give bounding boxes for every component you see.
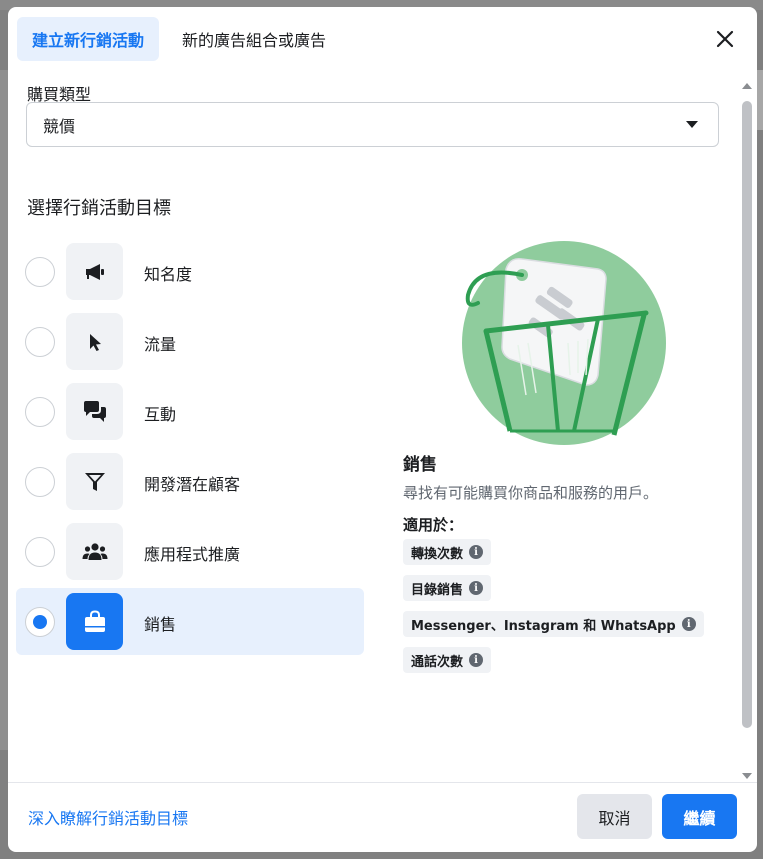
radio-button[interactable] bbox=[25, 607, 55, 637]
objective-option-engagement[interactable]: 互動 bbox=[16, 378, 364, 445]
tab-new-campaign[interactable]: 建立新行銷活動 bbox=[17, 17, 160, 61]
funnel-icon bbox=[84, 472, 105, 491]
chip-label: 轉換次數 bbox=[411, 546, 464, 562]
dialog-body: 購買類型 競價 選擇行銷活動目標 知名度 流量 互動 開發潛在顧客 應用程式推廣… bbox=[8, 73, 739, 783]
radio-button[interactable] bbox=[25, 467, 55, 497]
chat-bubbles-icon bbox=[83, 400, 106, 422]
radio-button[interactable] bbox=[25, 327, 55, 357]
continue-button[interactable]: 繼續 bbox=[662, 794, 737, 839]
buy-type-value: 競價 bbox=[43, 116, 76, 136]
learn-more-objectives-link[interactable]: 深入瞭解行銷活動目標 bbox=[28, 805, 188, 829]
applies-to-chips: 轉換次數 i 目錄銷售 i Messenger、Instagram 和 What… bbox=[403, 539, 704, 683]
tab-new-adset-or-ad[interactable]: 新的廣告組合或廣告 bbox=[167, 17, 341, 61]
cancel-button[interactable]: 取消 bbox=[577, 794, 652, 839]
objective-section-title: 選擇行銷活動目標 bbox=[27, 198, 171, 219]
info-icon[interactable]: i bbox=[469, 545, 484, 559]
applies-chip: 目錄銷售 i bbox=[403, 575, 492, 601]
objective-icon-tile bbox=[66, 243, 123, 300]
objective-label: 互動 bbox=[144, 405, 177, 424]
chip-label: 目錄銷售 bbox=[411, 582, 464, 598]
objective-list: 知名度 流量 互動 開發潛在顧客 應用程式推廣 銷售 bbox=[16, 238, 364, 658]
create-campaign-dialog: 建立新行銷活動 新的廣告組合或廣告 購買類型 競價 選擇行銷活動目標 知名度 流… bbox=[8, 7, 757, 852]
megaphone-icon bbox=[85, 263, 104, 280]
applies-chip: 通話次數 i bbox=[403, 647, 492, 673]
shopping-bag-icon bbox=[84, 609, 105, 632]
objective-description-title: 銷售 bbox=[403, 455, 437, 475]
caret-down-icon bbox=[686, 121, 698, 128]
people-icon bbox=[82, 542, 107, 560]
scroll-thumb[interactable] bbox=[742, 101, 752, 728]
dialog-footer: 深入瞭解行銷活動目標 取消 繼續 bbox=[8, 782, 757, 852]
objective-icon-tile bbox=[66, 383, 123, 440]
objective-option-awareness[interactable]: 知名度 bbox=[16, 238, 364, 305]
radio-button[interactable] bbox=[25, 397, 55, 427]
objective-label: 應用程式推廣 bbox=[144, 545, 241, 564]
objective-option-leads[interactable]: 開發潛在顧客 bbox=[16, 448, 364, 515]
chip-label: 通話次數 bbox=[411, 654, 464, 670]
radio-button[interactable] bbox=[25, 257, 55, 287]
radio-button[interactable] bbox=[25, 537, 55, 567]
chip-label: Messenger、Instagram 和 WhatsApp bbox=[411, 618, 676, 634]
scroll-down-arrow-icon[interactable] bbox=[742, 773, 752, 779]
close-button[interactable] bbox=[711, 25, 739, 53]
objective-description-text: 尋找有可能購買你商品和服務的用戶。 bbox=[403, 484, 659, 502]
objective-label: 銷售 bbox=[144, 615, 177, 634]
objective-label: 流量 bbox=[144, 335, 177, 354]
objective-option-sales[interactable]: 銷售 bbox=[16, 588, 364, 655]
info-icon[interactable]: i bbox=[681, 617, 696, 631]
background-left-edge bbox=[0, 70, 8, 750]
sales-illustration bbox=[462, 241, 666, 445]
objective-label: 開發潛在顧客 bbox=[144, 475, 241, 494]
objective-option-traffic[interactable]: 流量 bbox=[16, 308, 364, 375]
dialog-tabs: 建立新行銷活動 新的廣告組合或廣告 bbox=[17, 17, 341, 61]
cursor-icon bbox=[89, 333, 101, 351]
close-icon bbox=[716, 30, 734, 48]
scrollbar[interactable] bbox=[741, 83, 753, 779]
info-icon[interactable]: i bbox=[469, 653, 484, 667]
objective-label: 知名度 bbox=[144, 265, 193, 284]
buy-type-select[interactable]: 競價 bbox=[26, 102, 719, 147]
applies-chip: Messenger、Instagram 和 WhatsApp i bbox=[403, 611, 704, 637]
objective-icon-tile bbox=[66, 453, 123, 510]
objective-icon-tile bbox=[66, 523, 123, 580]
info-icon[interactable]: i bbox=[469, 581, 484, 595]
applies-to-label: 適用於： bbox=[403, 516, 464, 534]
applies-chip: 轉換次數 i bbox=[403, 539, 492, 565]
objective-icon-tile bbox=[66, 313, 123, 370]
objective-option-app-promotion[interactable]: 應用程式推廣 bbox=[16, 518, 364, 585]
objective-icon-tile bbox=[66, 593, 123, 650]
scroll-up-arrow-icon[interactable] bbox=[742, 83, 752, 89]
radio-selected-dot bbox=[33, 615, 47, 629]
